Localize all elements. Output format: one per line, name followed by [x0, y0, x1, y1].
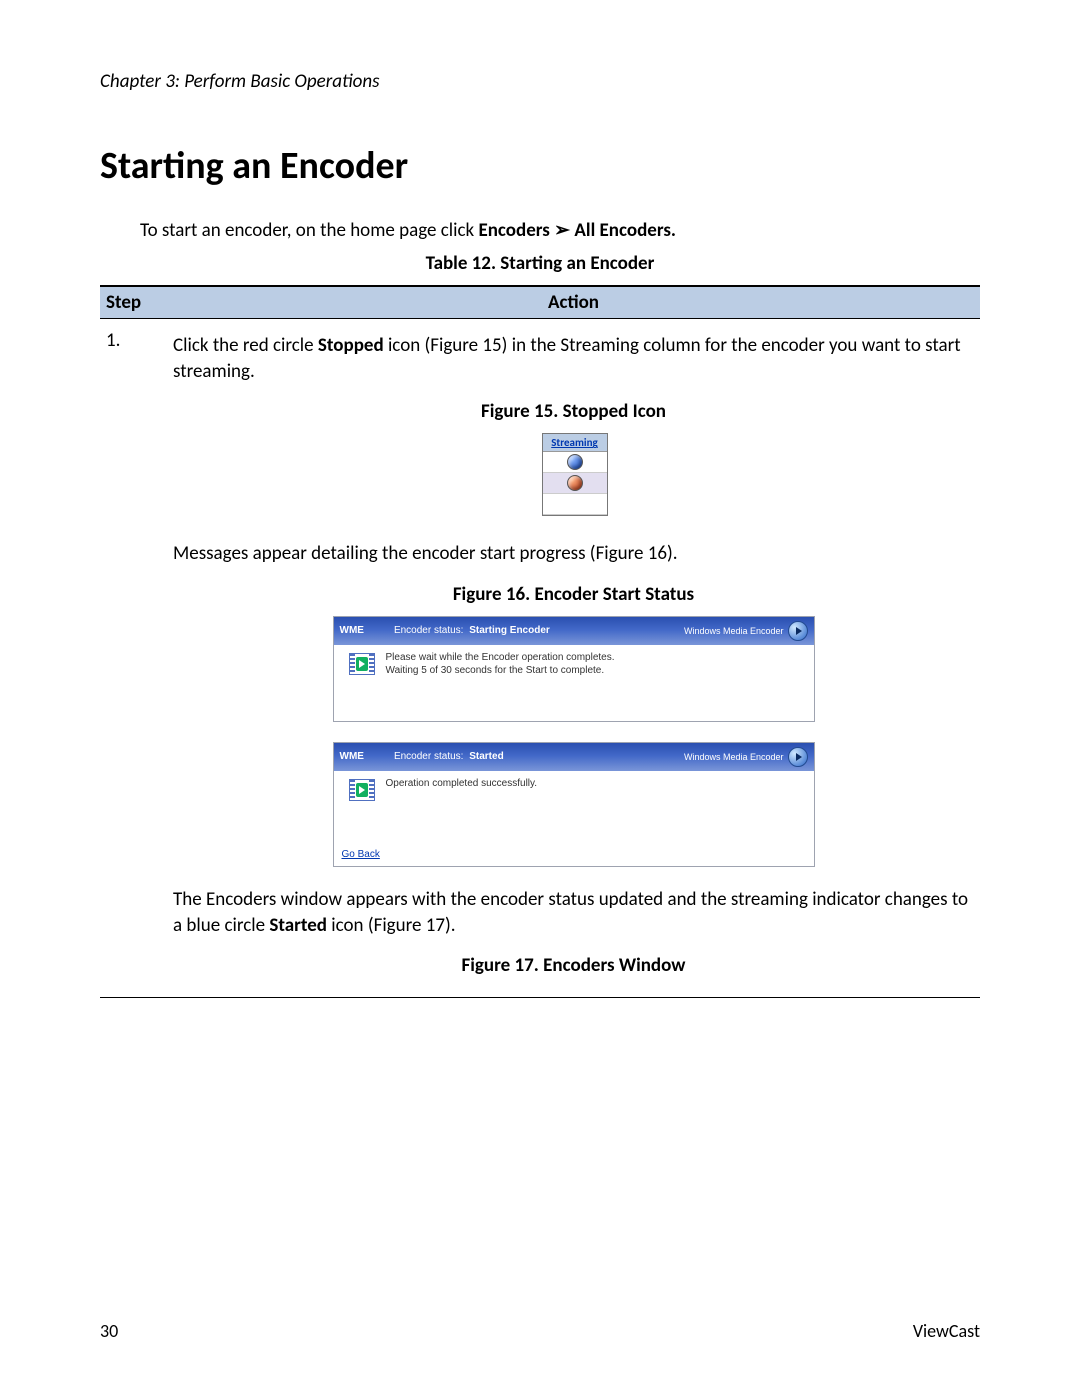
- intro-all-encoders: All Encoders.: [574, 219, 676, 242]
- page-title: Starting an Encoder: [100, 143, 980, 189]
- panel2-msg: Operation completed successfully.: [386, 777, 806, 791]
- col-step: Step: [100, 287, 167, 318]
- intro-arrow: ➢: [550, 219, 575, 242]
- panel1-status-value: Starting Encoder: [469, 625, 550, 636]
- go-back-link[interactable]: Go Back: [342, 849, 380, 860]
- section-rule: [100, 997, 980, 998]
- col-action: Action: [167, 287, 980, 318]
- table-row: 1. Click the red circle Stopped icon (Fi…: [100, 325, 980, 987]
- panel1-msg1: Please wait while the Encoder operation …: [386, 651, 806, 665]
- panel1-wme-label: WME: [340, 625, 364, 636]
- step1-text: Click the red circle Stopped icon (Figur…: [173, 333, 974, 384]
- encoder-status-panel-started: WME Encoder status: Started Windows Medi…: [333, 742, 815, 867]
- table-header-row: Step Action: [100, 287, 980, 318]
- figure17-caption: Figure 17. Encoders Window: [173, 954, 974, 977]
- table-caption: Table 12. Starting an Encoder: [100, 252, 980, 275]
- streaming-column-header: Streaming: [543, 434, 607, 452]
- footer-brand: ViewCast: [913, 1320, 980, 1342]
- panel2-status-label: Encoder status:: [394, 751, 463, 762]
- progress-paragraph: Messages appear detailing the encoder st…: [173, 541, 974, 567]
- panel1-msg2: Waiting 5 of 30 seconds for the Start to…: [386, 664, 806, 678]
- film-icon: [349, 779, 375, 801]
- panel1-encoder-type: Windows Media Encoder: [684, 626, 784, 636]
- step1-bold-stopped: Stopped: [318, 334, 384, 357]
- figure16-caption: Figure 16. Encoder Start Status: [173, 583, 974, 606]
- play-icon: [788, 747, 808, 767]
- stopped-icon[interactable]: [567, 475, 583, 491]
- table-starting-encoder: Step Action: [100, 285, 980, 319]
- figure15-image: Streaming: [542, 433, 606, 516]
- step1-pre: Click the red circle: [173, 334, 318, 357]
- encoder-status-panel-starting: WME Encoder status: Starting Encoder Win…: [333, 616, 815, 722]
- encoder-row-empty: [543, 494, 607, 515]
- intro-prefix: To start an encoder, on the home page cl…: [140, 219, 478, 242]
- after-paragraph: The Encoders window appears with the enc…: [173, 887, 974, 938]
- encoder-row-started: [543, 452, 607, 473]
- step-number: 1.: [100, 329, 167, 987]
- intro-encoders: Encoders: [478, 219, 549, 242]
- film-icon: [349, 653, 375, 675]
- started-icon[interactable]: [567, 454, 583, 470]
- after-post: icon (Figure 17).: [327, 914, 456, 937]
- intro-paragraph: To start an encoder, on the home page cl…: [140, 219, 980, 242]
- after-bold-started: Started: [269, 914, 327, 937]
- figure15-caption: Figure 15. Stopped Icon: [173, 400, 974, 423]
- panel2-encoder-type: Windows Media Encoder: [684, 752, 784, 762]
- panel2-wme-label: WME: [340, 751, 364, 762]
- play-icon: [788, 621, 808, 641]
- chapter-header: Chapter 3: Perform Basic Operations: [100, 70, 980, 93]
- panel1-status-label: Encoder status:: [394, 625, 463, 636]
- panel2-status-value: Started: [469, 751, 503, 762]
- page-number: 30: [100, 1320, 118, 1342]
- encoder-row-stopped: [543, 473, 607, 494]
